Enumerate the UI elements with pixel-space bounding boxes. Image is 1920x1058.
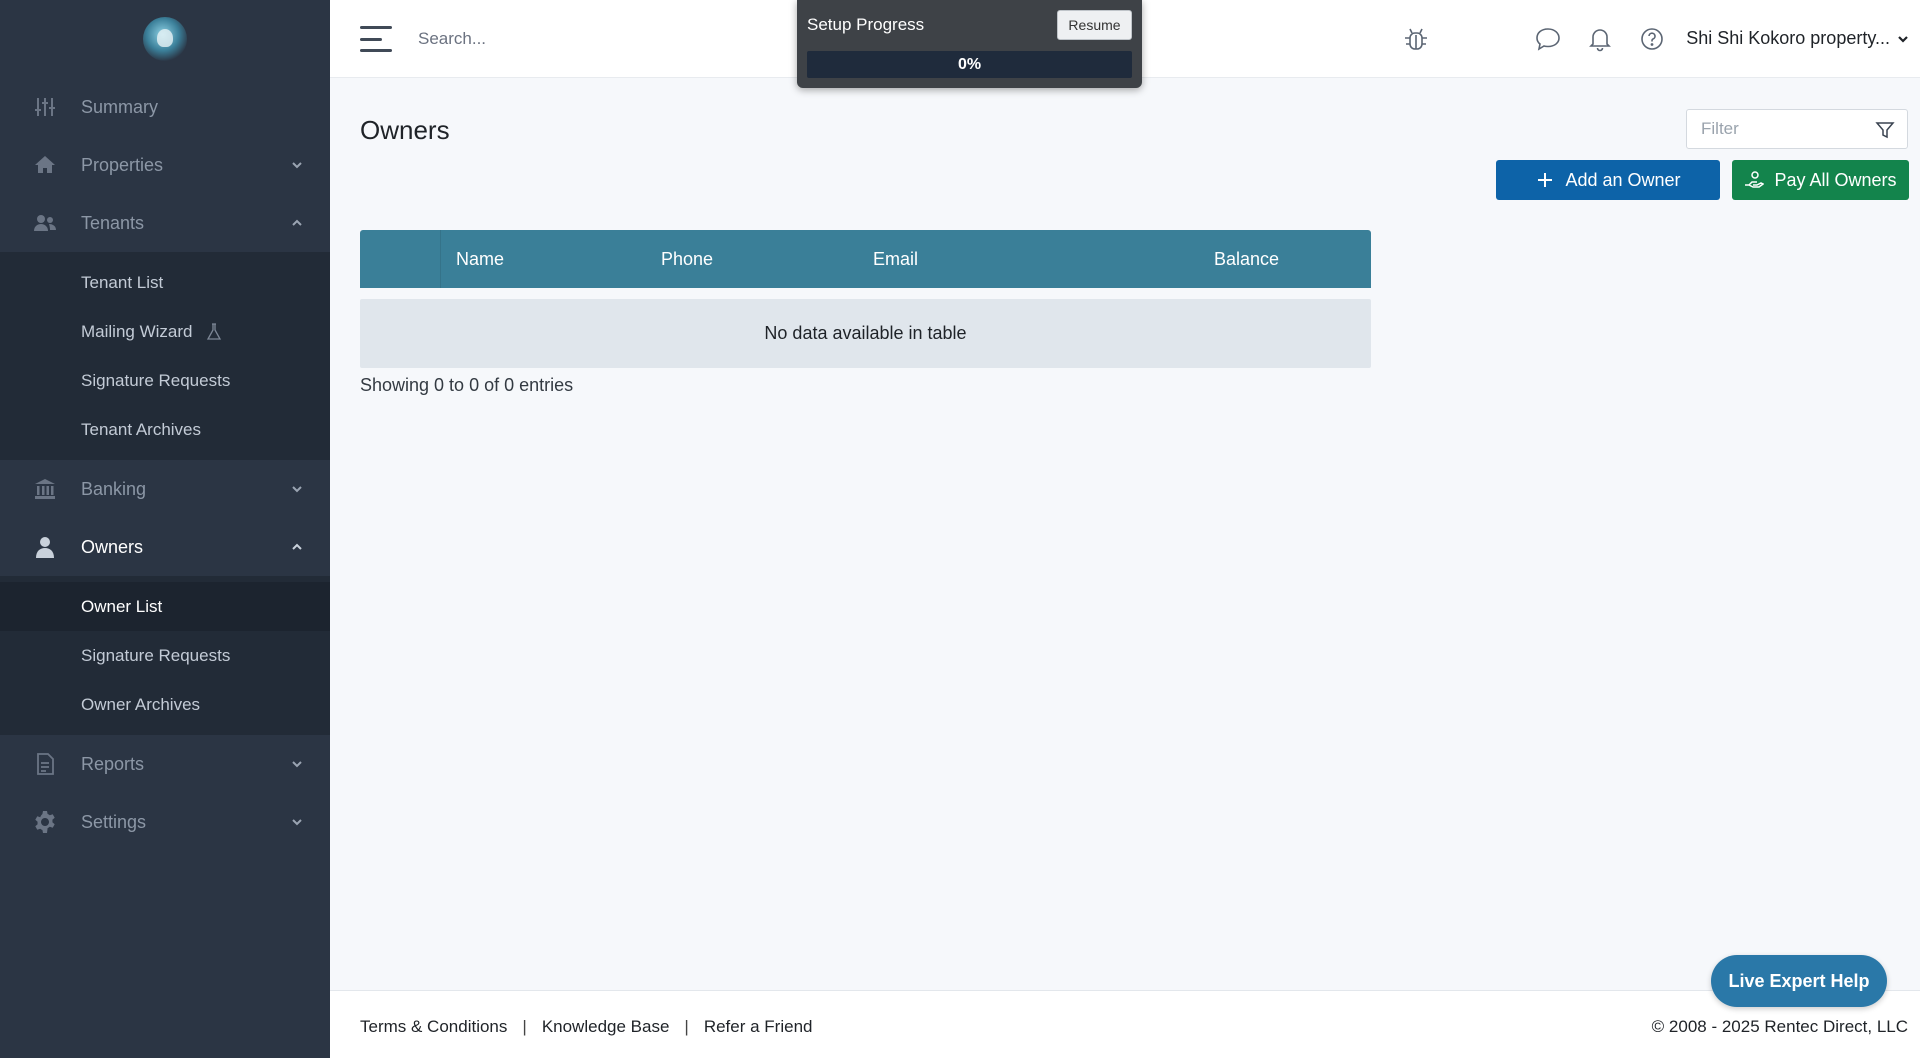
account-menu[interactable]: Shi Shi Kokoro property... bbox=[1686, 28, 1910, 49]
footer-links: Terms & Conditions | Knowledge Base | Re… bbox=[360, 1017, 813, 1037]
knowledge-base-link[interactable]: Knowledge Base bbox=[542, 1017, 670, 1037]
sidebar-item-banking[interactable]: Banking bbox=[0, 460, 330, 518]
column-header-balance[interactable]: Balance bbox=[1214, 249, 1279, 270]
chevron-down-icon bbox=[292, 819, 302, 826]
filter-input[interactable] bbox=[1701, 119, 1871, 139]
table-header: Name Phone Email Balance bbox=[360, 230, 1371, 288]
pay-all-owners-label: Pay All Owners bbox=[1774, 169, 1897, 190]
sub-item-label: Signature Requests bbox=[81, 645, 231, 665]
sidebar-item-label: Settings bbox=[81, 811, 147, 832]
users-icon bbox=[32, 210, 58, 236]
sidebar-item-owners[interactable]: Owners bbox=[0, 518, 330, 576]
chevron-down-icon bbox=[292, 761, 302, 768]
sub-item-label: Mailing Wizard bbox=[81, 321, 193, 341]
footer-separator: | bbox=[684, 1017, 689, 1036]
tenants-submenu: Tenant List Mailing Wizard Signature Req… bbox=[0, 252, 330, 460]
chevron-down-icon bbox=[292, 162, 302, 169]
add-owner-label: Add an Owner bbox=[1565, 169, 1681, 190]
sidebar-item-label: Owners bbox=[81, 536, 144, 557]
sidebar-item-tenant-archives[interactable]: Tenant Archives bbox=[0, 405, 330, 454]
sidebar-item-tenant-signature-requests[interactable]: Signature Requests bbox=[0, 356, 330, 405]
setup-progress-bar: 0% bbox=[807, 51, 1132, 78]
live-expert-help-button[interactable]: Live Expert Help bbox=[1711, 955, 1887, 1007]
sidebar-item-reports[interactable]: Reports bbox=[0, 735, 330, 793]
empty-table-row: No data available in table bbox=[360, 299, 1371, 368]
refer-friend-link[interactable]: Refer a Friend bbox=[704, 1017, 813, 1037]
page-title: Owners bbox=[360, 115, 450, 145]
owner-icon bbox=[32, 534, 58, 560]
flask-icon bbox=[207, 322, 222, 340]
sub-item-label: Owner List bbox=[81, 596, 163, 616]
sidebar-item-settings[interactable]: Settings bbox=[0, 793, 330, 851]
setup-progress-panel: Setup Progress Resume 0% bbox=[797, 0, 1142, 88]
column-divider bbox=[440, 230, 441, 288]
sidebar: Summary Properties Tenants Tenant List M… bbox=[0, 0, 330, 1058]
sidebar-item-owner-archives[interactable]: Owner Archives bbox=[0, 680, 330, 729]
sub-item-label: Owner Archives bbox=[81, 694, 201, 714]
bug-icon[interactable] bbox=[1403, 26, 1429, 52]
plus-icon bbox=[1538, 173, 1553, 187]
entries-info: Showing 0 to 0 of 0 entries bbox=[360, 375, 574, 395]
sidebar-item-mailing-wizard[interactable]: Mailing Wizard bbox=[0, 307, 330, 356]
sidebar-item-label: Banking bbox=[81, 478, 147, 499]
help-icon[interactable] bbox=[1639, 26, 1665, 52]
account-name: Shi Shi Kokoro property... bbox=[1686, 28, 1890, 48]
sidebar-item-label: Tenants bbox=[81, 212, 145, 233]
add-owner-button[interactable]: Add an Owner bbox=[1496, 160, 1720, 200]
menu-toggle-icon[interactable] bbox=[360, 26, 392, 52]
bell-icon[interactable] bbox=[1587, 26, 1613, 52]
column-header-email[interactable]: Email bbox=[873, 249, 918, 270]
search-input[interactable] bbox=[418, 24, 718, 54]
sidebar-item-label: Reports bbox=[81, 753, 145, 774]
sidebar-item-owner-signature-requests[interactable]: Signature Requests bbox=[0, 631, 330, 680]
footer: Terms & Conditions | Knowledge Base | Re… bbox=[330, 990, 1920, 1058]
chevron-up-icon bbox=[292, 219, 302, 226]
sidebar-item-label: Summary bbox=[81, 96, 159, 117]
logo-icon bbox=[143, 17, 187, 61]
copyright: © 2008 - 2025 Rentec Direct, LLC bbox=[1651, 1017, 1908, 1036]
sub-item-label: Signature Requests bbox=[81, 370, 231, 390]
sidebar-item-label: Properties bbox=[81, 154, 164, 175]
pay-all-owners-button[interactable]: Pay All Owners bbox=[1732, 160, 1909, 200]
sidebar-item-properties[interactable]: Properties bbox=[0, 136, 330, 194]
logo[interactable] bbox=[0, 0, 330, 78]
setup-progress-title: Setup Progress bbox=[807, 15, 925, 34]
document-icon bbox=[32, 751, 58, 777]
payment-hand-icon bbox=[1745, 171, 1765, 188]
sidebar-item-summary[interactable]: Summary bbox=[0, 78, 330, 136]
chat-icon[interactable] bbox=[1535, 26, 1561, 52]
sub-item-label: Tenant Archives bbox=[81, 419, 202, 439]
chevron-up-icon bbox=[292, 543, 302, 550]
sliders-icon bbox=[32, 94, 58, 120]
owners-submenu: Owner List Signature Requests Owner Arch… bbox=[0, 576, 330, 735]
gear-icon bbox=[32, 809, 58, 835]
owners-table: Name Phone Email Balance No data availab… bbox=[360, 230, 1371, 368]
chevron-down-icon bbox=[292, 486, 302, 493]
sidebar-item-tenant-list[interactable]: Tenant List bbox=[0, 258, 330, 307]
footer-separator: | bbox=[522, 1017, 527, 1036]
terms-link[interactable]: Terms & Conditions bbox=[360, 1017, 507, 1037]
filter-box[interactable] bbox=[1686, 109, 1908, 149]
resume-button[interactable]: Resume bbox=[1057, 10, 1132, 40]
sidebar-item-tenants[interactable]: Tenants bbox=[0, 194, 330, 252]
filter-icon[interactable] bbox=[1875, 120, 1895, 140]
sub-item-label: Tenant List bbox=[81, 272, 164, 292]
sidebar-item-owner-list[interactable]: Owner List bbox=[0, 582, 330, 631]
home-icon bbox=[32, 152, 58, 178]
progress-label: 0% bbox=[957, 55, 982, 73]
column-header-phone[interactable]: Phone bbox=[661, 249, 713, 270]
bank-icon bbox=[32, 476, 58, 502]
column-header-name[interactable]: Name bbox=[456, 249, 504, 270]
chevron-down-icon bbox=[1898, 35, 1908, 43]
